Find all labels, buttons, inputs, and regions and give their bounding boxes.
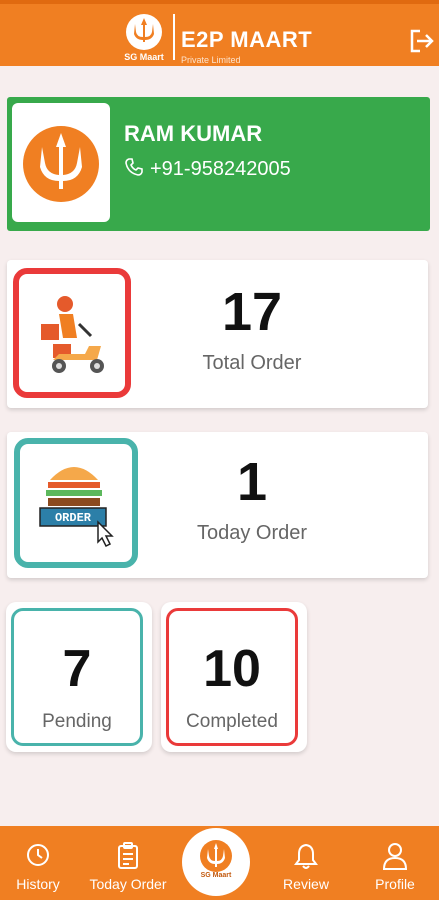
- completed-value: 10: [203, 640, 261, 698]
- nav-today-order-label: Today Order: [89, 876, 167, 892]
- brand-title: E2P MAART: [181, 27, 313, 52]
- phone-icon: [125, 158, 143, 176]
- burger-order-icon: ORDER: [39, 467, 114, 548]
- app-header: SG Maart E2P MAART Private Limited: [0, 0, 439, 66]
- clipboard-icon: [118, 842, 138, 869]
- history-icon: [27, 844, 49, 866]
- pending-value: 7: [62, 640, 92, 698]
- avatar: [12, 103, 110, 222]
- delivery-scooter-icon: [41, 296, 104, 373]
- pending-label: Pending: [42, 711, 112, 732]
- profile-name: RAM KUMAR: [124, 121, 263, 146]
- profile-phone: +91-958242005: [124, 157, 291, 181]
- pending-inner: 7 Pending: [11, 608, 143, 746]
- completed-card[interactable]: 10 Completed: [161, 602, 307, 752]
- phone-number: +91-958242005: [150, 158, 291, 180]
- total-order-label: Total Order: [202, 352, 302, 374]
- nav-history[interactable]: History: [8, 826, 68, 900]
- nav-home[interactable]: SG Maart: [182, 828, 250, 896]
- brand-subtitle: Private Limited: [181, 55, 241, 65]
- trident-logo-icon: [23, 126, 99, 202]
- today-order-icon-box: ORDER: [14, 438, 138, 568]
- nav-history-label: History: [16, 876, 60, 892]
- pending-card[interactable]: 7 Pending: [6, 602, 152, 752]
- trident-logo-icon: [200, 840, 232, 872]
- svg-text:ORDER: ORDER: [55, 511, 92, 525]
- today-order-label: Today Order: [196, 522, 308, 544]
- nav-home-label: SG Maart: [200, 872, 232, 879]
- brand-logo: SG Maart: [116, 10, 176, 66]
- trident-logo-icon: [126, 14, 162, 50]
- logout-button[interactable]: [408, 28, 436, 54]
- total-order-card[interactable]: 17 Total Order: [7, 260, 428, 408]
- logout-icon: [410, 29, 434, 53]
- nav-today-order[interactable]: Today Order: [84, 826, 172, 900]
- nav-profile[interactable]: Profile: [366, 826, 424, 900]
- bottom-nav: History Today Order SG Maart Review Prof…: [0, 826, 439, 900]
- nav-profile-label: Profile: [375, 876, 415, 892]
- completed-inner: 10 Completed: [166, 608, 298, 746]
- today-order-value: 1: [236, 452, 268, 512]
- today-order-card[interactable]: ORDER 1 Today Order: [7, 432, 428, 578]
- profile-card[interactable]: RAM KUMAR +91-958242005: [7, 97, 430, 231]
- nav-review[interactable]: Review: [276, 826, 336, 900]
- total-order-icon-box: [13, 268, 131, 398]
- logo-text: SG Maart: [124, 52, 164, 62]
- completed-label: Completed: [186, 711, 278, 732]
- user-icon: [382, 843, 408, 870]
- header-divider: [173, 14, 175, 60]
- bell-icon: [294, 843, 318, 869]
- total-order-value: 17: [221, 282, 283, 342]
- nav-review-label: Review: [283, 876, 329, 892]
